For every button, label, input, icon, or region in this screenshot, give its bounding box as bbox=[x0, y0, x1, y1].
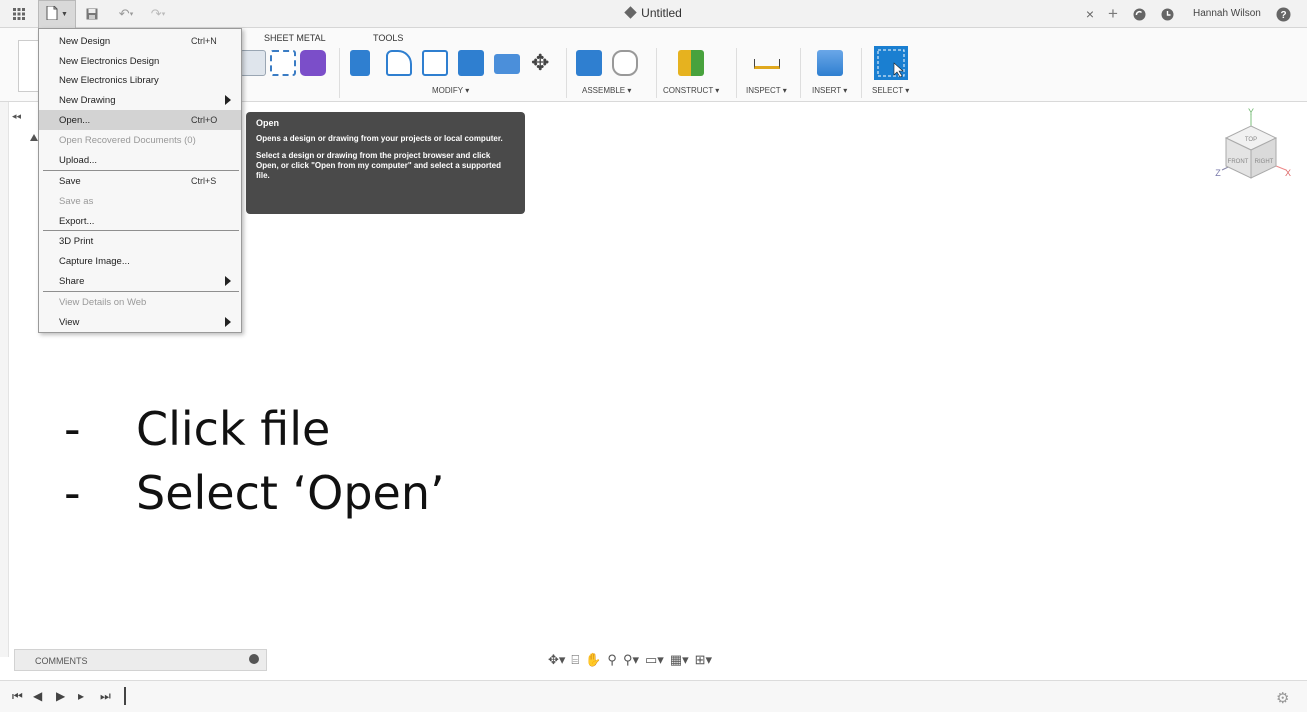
menu-item-3d-print[interactable]: 3D Print bbox=[39, 231, 241, 251]
form-icon[interactable] bbox=[300, 50, 326, 76]
submenu-arrow-icon bbox=[225, 317, 231, 327]
submenu-arrow-icon bbox=[225, 276, 231, 286]
tooltip-title: Open bbox=[256, 118, 280, 128]
step-back-icon[interactable]: ◀ bbox=[33, 689, 42, 703]
menu-item-new-design[interactable]: New Design Ctrl+N bbox=[39, 31, 241, 51]
view-cube-top-label[interactable]: TOP bbox=[1245, 137, 1257, 143]
move-icon[interactable]: ✥ bbox=[531, 50, 549, 76]
timeline-marker[interactable] bbox=[124, 687, 126, 705]
menu-item-new-drawing[interactable]: New Drawing bbox=[39, 90, 241, 110]
grid-settings-icon[interactable]: ▦▾ bbox=[670, 652, 689, 670]
user-name[interactable]: Hannah Wilson bbox=[1193, 8, 1261, 19]
look-at-icon[interactable]: ⌸ bbox=[571, 652, 579, 670]
axis-y-label: Y bbox=[1248, 108, 1254, 117]
new-component-icon[interactable] bbox=[576, 50, 602, 76]
combine-icon[interactable] bbox=[458, 50, 484, 76]
orbit-icon[interactable]: ✥▾ bbox=[548, 652, 565, 670]
tooltip-instructions: Select a design or drawing from the proj… bbox=[256, 151, 501, 180]
workspace-switcher[interactable] bbox=[18, 40, 40, 92]
gear-icon[interactable]: ⚙ bbox=[1276, 689, 1289, 707]
insert-image-icon[interactable] bbox=[817, 50, 843, 76]
scale-icon[interactable] bbox=[494, 54, 520, 74]
group-insert[interactable]: INSERT ▾ bbox=[812, 86, 847, 95]
browser-panel-edge bbox=[0, 102, 9, 657]
pan-icon[interactable]: ✋ bbox=[585, 652, 601, 670]
fit-icon[interactable]: ⚲▾ bbox=[623, 652, 639, 670]
menu-item-save-as[interactable]: Save as bbox=[39, 191, 241, 211]
submenu-arrow-icon bbox=[225, 95, 231, 105]
create-sketch-icon[interactable] bbox=[240, 50, 266, 76]
expand-tree-icon[interactable] bbox=[30, 134, 38, 141]
step-forward-icon[interactable]: ▸ bbox=[78, 689, 84, 703]
tab-sheet-metal[interactable]: SHEET METAL bbox=[264, 33, 326, 43]
measure-icon[interactable] bbox=[754, 59, 780, 69]
menu-item-view-details-on-web[interactable]: View Details on Web bbox=[39, 292, 241, 312]
instruction-step-2: - Select ‘Open’ bbox=[64, 466, 445, 520]
go-to-start-icon[interactable]: ⏮ bbox=[12, 689, 23, 704]
group-modify[interactable]: MODIFY ▾ bbox=[432, 86, 469, 95]
svg-text:?: ? bbox=[1280, 10, 1286, 21]
close-icon[interactable]: × bbox=[1081, 5, 1099, 23]
menu-item-capture-image[interactable]: Capture Image... bbox=[39, 251, 241, 271]
menu-item-share[interactable]: Share bbox=[39, 271, 241, 291]
select-icon[interactable] bbox=[874, 46, 908, 80]
plus-icon[interactable]: + bbox=[1104, 4, 1122, 23]
file-menu: New Design Ctrl+N New Electronics Design … bbox=[38, 28, 242, 333]
instruction-step-1: - Click file bbox=[64, 402, 331, 456]
navigation-toolbar: ✥▾ ⌸ ✋ ⚲ ⚲▾ ▭▾ ▦▾ ⊞▾ bbox=[548, 652, 712, 670]
help-icon[interactable]: ? bbox=[1274, 5, 1292, 23]
view-cube-right-label[interactable]: RIGHT bbox=[1255, 159, 1274, 165]
group-inspect[interactable]: INSPECT ▾ bbox=[746, 86, 787, 95]
shell-icon[interactable] bbox=[422, 50, 448, 76]
timeline: ⏮ ◀ ▶ ▸ ⏭ ⚙ bbox=[0, 680, 1307, 712]
comments-label: COMMENTS bbox=[35, 656, 88, 666]
viewports-icon[interactable]: ⊞▾ bbox=[695, 652, 712, 670]
clock-icon[interactable] bbox=[1158, 5, 1176, 23]
rectangle-icon[interactable] bbox=[270, 50, 296, 76]
view-cube[interactable]: TOP FRONT RIGHT Y X Z bbox=[1208, 107, 1294, 194]
sync-icon[interactable] bbox=[1130, 5, 1148, 23]
joint-icon[interactable] bbox=[612, 50, 638, 76]
group-construct[interactable]: CONSTRUCT ▾ bbox=[663, 86, 719, 95]
document-cube-icon bbox=[624, 6, 637, 19]
menu-item-new-electronics-library[interactable]: New Electronics Library bbox=[39, 70, 241, 90]
collapse-browser-icon[interactable]: ◂◂ bbox=[12, 111, 21, 122]
menu-item-view[interactable]: View bbox=[39, 312, 241, 332]
menu-item-save[interactable]: Save Ctrl+S bbox=[39, 171, 241, 191]
go-to-end-icon[interactable]: ⏭ bbox=[100, 689, 111, 704]
play-icon[interactable]: ▶ bbox=[56, 689, 65, 703]
press-pull-icon[interactable] bbox=[350, 50, 370, 76]
group-assemble[interactable]: ASSEMBLE ▾ bbox=[582, 86, 631, 95]
menu-item-export[interactable]: Export... bbox=[39, 211, 241, 231]
fillet-icon[interactable] bbox=[386, 50, 412, 76]
app-bar: ▼ ↶ ▾ ↷ ▾ Untitled × + Hannah Wilson ? bbox=[0, 0, 1307, 28]
tooltip-description: Opens a design or drawing from your proj… bbox=[256, 134, 503, 143]
menu-item-open-recovered[interactable]: Open Recovered Documents (0) bbox=[39, 130, 241, 150]
add-comment-icon[interactable] bbox=[249, 654, 259, 664]
menu-item-new-electronics-design[interactable]: New Electronics Design bbox=[39, 51, 241, 71]
view-cube-front-label[interactable]: FRONT bbox=[1228, 159, 1249, 165]
menu-item-upload[interactable]: Upload... bbox=[39, 150, 241, 170]
display-settings-icon[interactable]: ▭▾ bbox=[645, 652, 664, 670]
menu-item-open[interactable]: Open... Ctrl+O bbox=[39, 110, 241, 130]
tab-tools[interactable]: TOOLS bbox=[373, 33, 403, 43]
group-select[interactable]: SELECT ▾ bbox=[872, 86, 909, 95]
comments-panel[interactable]: COMMENTS bbox=[14, 649, 267, 671]
open-tooltip: Open Opens a design or drawing from your… bbox=[246, 112, 525, 214]
axis-z-label: Z bbox=[1215, 168, 1221, 178]
axis-x-label: X bbox=[1285, 168, 1291, 178]
zoom-icon[interactable]: ⚲ bbox=[607, 652, 617, 670]
offset-plane-icon[interactable] bbox=[678, 50, 704, 76]
